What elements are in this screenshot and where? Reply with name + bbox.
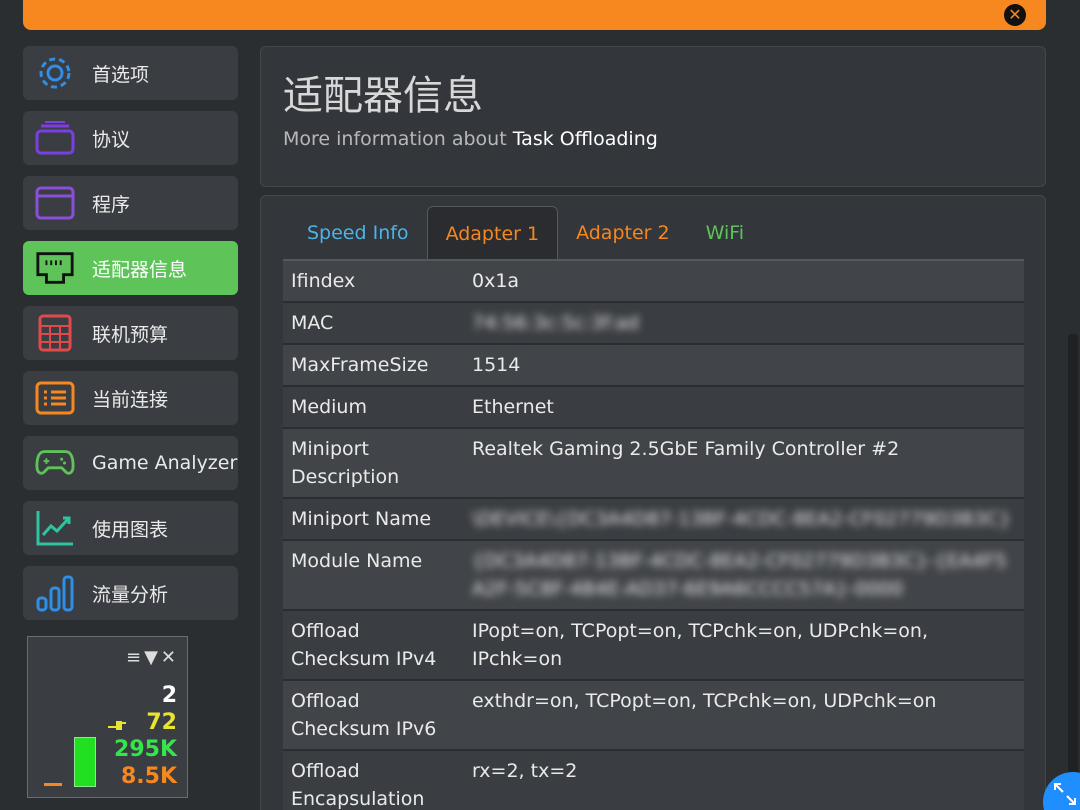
gear-icon [35,53,75,93]
gamepad-icon [35,443,75,483]
sidebar-item-label: 流量分析 [92,583,169,606]
tab-adapter-2[interactable]: Adapter 2 [558,206,688,260]
layers-icon [35,118,75,158]
row-value: \DEVICE\{DC3A4D87-13BF-4CDC-8EA2-CF02779… [472,508,1012,530]
sidebar-item-label: 当前连接 [92,388,169,411]
line-chart-icon [35,508,75,548]
sidebar-item-label: Game Analyzer [92,452,238,474]
sidebar-item-label: 使用图表 [92,518,169,541]
ethernet-port-icon [35,248,75,288]
widget-value-ping: 72 [146,710,177,735]
tab-wifi[interactable]: WiFi [688,206,762,260]
sidebar-item-label: 协议 [92,128,131,151]
sidebar-item-preferences[interactable]: 首选项 [23,46,238,100]
row-value: 1514 [472,354,521,376]
sidebar-item-label: 程序 [92,193,131,216]
content-panel: Speed Info Adapter 1 Adapter 2 WiFi Ifin… [260,195,1046,810]
sidebar-item-current-connections[interactable]: 当前连接 [23,371,238,425]
row-key: MAC [291,312,334,334]
table-row: Miniport Description Realtek Gaming 2.5G… [283,429,1024,499]
header-panel: 适配器信息 More information about Task Offloa… [260,46,1046,187]
subtitle-prefix: More information about [283,128,507,150]
sidebar-item-usage-chart[interactable]: 使用图表 [23,501,238,555]
row-key: Miniport Description [291,438,400,488]
table-row: Module Name {DC3A4D87-13BF-4CDC-8EA2-CF0… [283,541,1024,611]
sidebar-item-label: 联机预算 [92,323,169,346]
tab-adapter-1[interactable]: Adapter 1 [426,206,559,260]
table-row: Ifindex 0x1a [283,261,1024,303]
table-row: Offload Checksum IPv4 IPopt=on, TCPopt=o… [283,611,1024,681]
row-value: rx=2, tx=2 [472,760,578,782]
row-value: {DC3A4D87-13BF-4CDC-8EA2-CF02779D3B3C}-{… [472,550,1007,600]
tab-bar: Speed Info Adapter 1 Adapter 2 WiFi [289,206,762,260]
page-title: 适配器信息 [283,73,483,119]
mini-monitor-widget[interactable]: ≡▼✕ 2 72 295K 8.5K [27,636,188,798]
row-key: Miniport Name [291,508,432,530]
calculator-icon [35,313,75,353]
row-key: MaxFrameSize [291,354,429,376]
row-value: 74:56:3c:5c:3f:ad [472,312,640,334]
expand-icon[interactable] [1043,772,1080,810]
widget-controls[interactable]: ≡▼✕ [126,647,179,668]
row-key: Offload Encapsulation [291,760,425,810]
page-subtitle: More information about Task Offloading [283,128,658,150]
row-key: Offload Checksum IPv4 [291,620,437,670]
list-icon [35,378,75,418]
row-value: Realtek Gaming 2.5GbE Family Controller … [472,438,900,460]
table-row: Offload Encapsulation rx=2, tx=2 [283,751,1024,810]
plug-icon [108,721,126,730]
row-key: Ifindex [291,270,356,292]
table-row: Medium Ethernet [283,387,1024,429]
scrollbar-thumb[interactable] [1068,334,1078,810]
row-value: Ethernet [472,396,554,418]
row-key: Module Name [291,550,423,572]
close-x-icon[interactable]: ✕ [1004,4,1026,26]
subtitle-highlight: Task Offloading [512,128,658,150]
sidebar: 首选项 协议 程序 适配器信息 联机预算 当前连接 Game Analyzer … [23,46,238,631]
sidebar-item-protocols[interactable]: 协议 [23,111,238,165]
sidebar-item-label: 适配器信息 [92,258,188,281]
table-row: Offload Checksum IPv6 exthdr=on, TCPopt=… [283,681,1024,751]
sidebar-item-adapter-info[interactable]: 适配器信息 [23,241,238,295]
row-key: Offload Checksum IPv6 [291,690,437,740]
row-key: Medium [291,396,367,418]
row-value: exthdr=on, TCPopt=on, TCPchk=on, UDPchk=… [472,690,937,712]
sidebar-item-online-budget[interactable]: 联机预算 [23,306,238,360]
table-row: MAC 74:56:3c:5c:3f:ad [283,303,1024,345]
widget-value-upload: 8.5K [120,764,177,789]
table-row: Miniport Name \DEVICE\{DC3A4D87-13BF-4CD… [283,499,1024,541]
row-value: 0x1a [472,270,520,292]
sidebar-item-traffic-analysis[interactable]: 流量分析 [23,566,238,620]
download-level-bar [74,737,96,787]
adapter-info-table: Ifindex 0x1a MAC 74:56:3c:5c:3f:ad MaxFr… [283,261,1024,810]
widget-value-download: 295K [114,737,177,762]
upload-level-bar [44,783,62,786]
top-bar: ✕ [23,0,1046,30]
bar-chart-icon [35,573,75,613]
row-value: IPopt=on, TCPopt=on, TCPchk=on, UDPchk=o… [472,620,929,670]
sidebar-item-programs[interactable]: 程序 [23,176,238,230]
sidebar-item-label: 首选项 [92,63,150,86]
widget-value-count: 2 [161,683,177,708]
table-row: MaxFrameSize 1514 [283,345,1024,387]
tab-speed-info[interactable]: Speed Info [289,206,427,260]
sidebar-item-game-analyzer[interactable]: Game Analyzer [23,436,238,490]
window-icon [35,183,75,223]
